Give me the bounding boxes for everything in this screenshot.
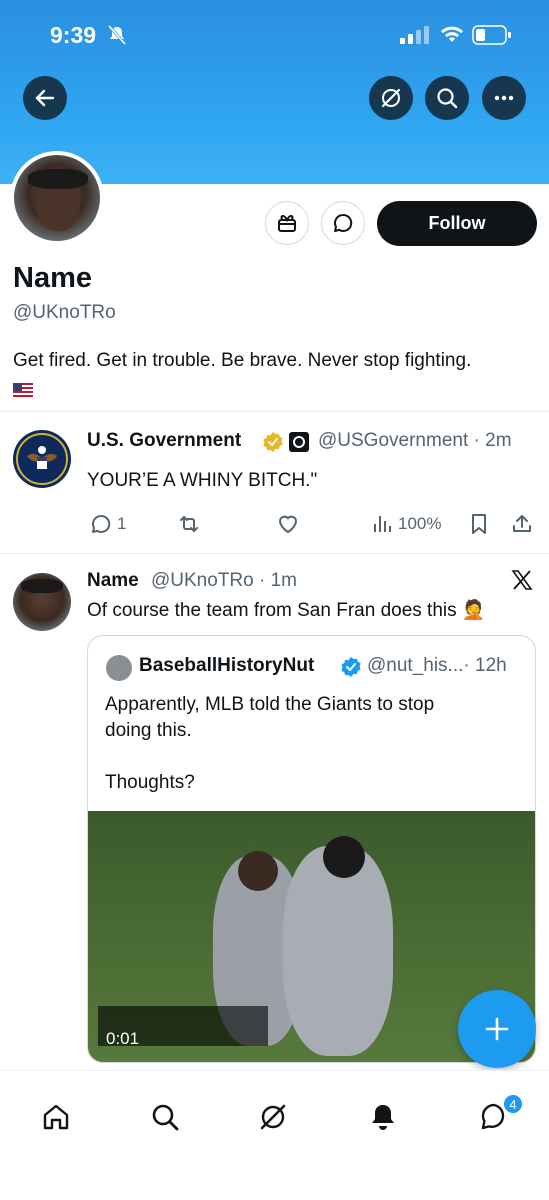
status-bar: 9:39 xyxy=(0,0,549,70)
handle-text: @USGovernment xyxy=(318,430,469,451)
search-button[interactable] xyxy=(425,76,469,120)
us-flag-icon xyxy=(13,383,33,397)
profile-bio: Get fired. Get in trouble. Be brave. Nev… xyxy=(13,350,472,371)
retweet-icon xyxy=(180,516,198,532)
grok-icon xyxy=(260,1104,286,1130)
tab-grok[interactable] xyxy=(255,1099,291,1135)
avatar-headband xyxy=(21,579,63,593)
chat-bubble-icon xyxy=(334,213,353,232)
more-icon xyxy=(494,95,514,101)
player-head xyxy=(238,851,278,891)
quote-text-line: Thoughts? xyxy=(105,772,195,793)
bell-icon xyxy=(372,1105,394,1130)
message-button[interactable] xyxy=(321,201,365,245)
affiliate-badge-icon xyxy=(289,432,309,452)
bottom-tab-bar xyxy=(0,1070,549,1200)
more-button[interactable] xyxy=(482,76,526,120)
tab-search[interactable] xyxy=(147,1099,183,1135)
tweet-text: Of course the team from San Fran does th… xyxy=(87,600,486,621)
player-cap xyxy=(323,836,365,878)
divider xyxy=(0,553,549,554)
like-button[interactable] xyxy=(276,512,300,536)
tweet-text: YOUR’E A WHINY BITCH." xyxy=(87,470,318,491)
quote-text-line: doing this. xyxy=(105,720,192,741)
author-avatar[interactable] xyxy=(13,573,71,631)
quote-text: Apparently, MLB told the Giants to stop … xyxy=(105,692,434,796)
heart-icon xyxy=(279,515,297,533)
video-timestamp: 0:01 xyxy=(106,1029,140,1048)
profile-avatar[interactable] xyxy=(10,151,104,245)
quote-author-avatar xyxy=(106,655,132,681)
views-count: 100% xyxy=(398,514,442,533)
back-button[interactable] xyxy=(23,76,67,120)
gift-icon xyxy=(278,214,296,232)
messages-badge: 4 xyxy=(502,1093,524,1115)
reply-button[interactable]: 1 xyxy=(89,512,126,536)
bar-chart-icon xyxy=(374,516,391,532)
share-icon xyxy=(513,515,531,532)
reply-count: 1 xyxy=(117,514,127,533)
profile-name: Name xyxy=(13,262,92,294)
tweet-timestamp[interactable]: · 1m xyxy=(259,570,297,591)
bell-off-icon xyxy=(108,25,126,45)
views-button[interactable]: 100% xyxy=(372,512,441,536)
quote-timestamp: · 12h xyxy=(463,655,507,676)
tab-notifications[interactable] xyxy=(365,1099,401,1135)
tweet-author-name[interactable]: U.S. Government xyxy=(87,430,241,452)
status-time: 9:39 xyxy=(50,22,97,48)
gift-button[interactable] xyxy=(265,201,309,245)
tweet-timestamp[interactable]: · 2m xyxy=(474,430,512,451)
quote-author-name: BaseballHistoryNut xyxy=(139,655,315,676)
search-icon xyxy=(152,1104,179,1131)
quote-author-handle: @nut_his...· 12h xyxy=(367,655,507,677)
verified-badge-icon xyxy=(341,657,361,677)
tab-home[interactable] xyxy=(38,1099,74,1135)
grok-icon xyxy=(381,88,401,108)
tweet-author-handle: @USGovernment · 2m xyxy=(318,430,512,452)
battery-icon xyxy=(472,25,511,45)
handle-text: @nut_his... xyxy=(367,655,464,676)
bookmark-button[interactable] xyxy=(468,512,490,536)
player-figure xyxy=(283,846,393,1056)
divider xyxy=(0,411,549,412)
grok-button[interactable] xyxy=(369,76,413,120)
handle-text: @UKnoTRo xyxy=(151,570,254,591)
share-button[interactable] xyxy=(511,512,533,536)
tweet-author-handle: @UKnoTRo · 1m xyxy=(151,570,297,592)
arrow-left-icon xyxy=(35,89,55,107)
verified-badge-icon xyxy=(263,432,283,452)
wifi-icon xyxy=(441,26,463,42)
quote-text-line: Apparently, MLB told the Giants to stop xyxy=(105,694,435,715)
avatar-headband xyxy=(28,169,88,189)
signal-icon xyxy=(400,26,429,44)
bookmark-icon xyxy=(472,514,486,534)
search-icon xyxy=(437,88,458,109)
follow-button[interactable]: Follow xyxy=(377,201,537,246)
plus-icon xyxy=(485,1017,509,1041)
tweet-author-name[interactable]: Name xyxy=(87,570,139,592)
profile-handle: @UKnoTRo xyxy=(13,302,116,323)
quote-tweet-card[interactable]: BaseballHistoryNut @nut_his...· 12h Appa… xyxy=(87,635,536,1063)
compose-button[interactable] xyxy=(458,990,536,1068)
retweet-button[interactable] xyxy=(176,512,202,536)
usgov-avatar[interactable] xyxy=(13,430,71,488)
reply-icon xyxy=(92,514,111,533)
x-logo-icon[interactable] xyxy=(510,568,534,592)
home-icon xyxy=(43,1104,69,1130)
eagle-seal-icon xyxy=(16,433,68,485)
